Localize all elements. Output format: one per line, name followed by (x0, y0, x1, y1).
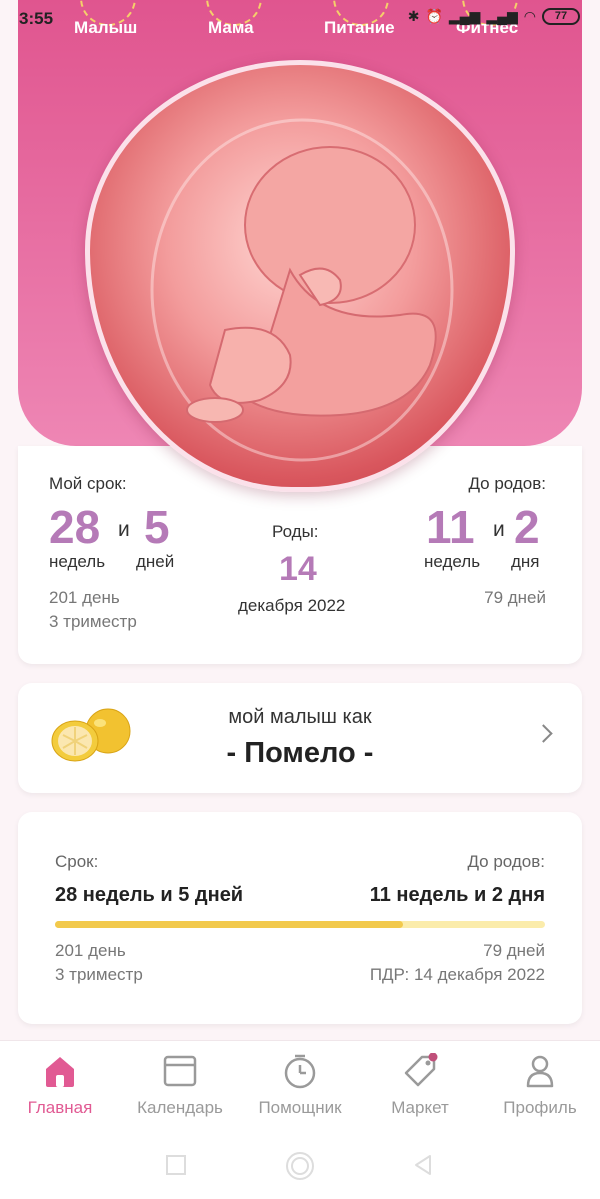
until-weeks-number: 11 (426, 501, 475, 553)
bluetooth-icon: ✱ (407, 8, 420, 24)
pregnancy-progress-bar (55, 921, 545, 928)
home-icon (46, 1057, 74, 1087)
term-day-info: 201 день 3 триместр (49, 586, 137, 634)
birth-day: 14 (279, 550, 317, 588)
term-weeks-word: недель (49, 552, 106, 571)
back-icon[interactable] (412, 1154, 434, 1176)
status-bar: 3:55 ✱ ⏰ ▂▄▆ ▂▄▆ ◠ 77 (0, 0, 600, 36)
nav-profile-label: Профиль (503, 1098, 577, 1117)
nav-calendar[interactable]: Календарь (120, 1053, 240, 1118)
status-icons: ✱ ⏰ ▂▄▆ ▂▄▆ ◠ 77 (408, 8, 580, 25)
nav-assistant-label: Помощник (258, 1098, 342, 1117)
system-nav-bar (0, 1140, 600, 1199)
day-count: 201 день (49, 588, 120, 607)
term-days-number: 5 (144, 501, 170, 553)
baby-size-card[interactable]: мой малыш как - Помело - (18, 683, 582, 793)
alarm-icon: ⏰ (425, 8, 443, 24)
progress-term-value: 28 недель и 5 дней (55, 884, 244, 906)
nav-market[interactable]: Маркет (360, 1053, 480, 1118)
timer-icon (284, 1054, 316, 1089)
birth-month-year: декабря 2022 (238, 596, 346, 615)
progress-due-info: 79 дней ПДР: 14 декабря 2022 (370, 939, 545, 987)
nav-market-label: Маркет (391, 1098, 449, 1117)
progress-trimester: 3 триместр (55, 965, 143, 984)
progress-fill (55, 921, 403, 928)
bottom-nav: Главная Календарь Помощник Маркет Профил… (0, 1040, 600, 1140)
term-days-word: дней (136, 552, 175, 571)
tag-icon (404, 1053, 438, 1087)
nav-calendar-label: Календарь (137, 1098, 223, 1117)
until-conj: и (493, 518, 505, 541)
battery-icon: 77 (542, 8, 580, 25)
fetus-illustration (85, 60, 515, 492)
status-time: 3:55 (19, 9, 54, 28)
nav-home-label: Главная (27, 1098, 93, 1117)
nav-home[interactable]: Главная (0, 1053, 120, 1118)
progress-until-day-count: 79 дней (483, 941, 545, 960)
until-day-count: 79 дней (484, 588, 546, 607)
until-days-word: дня (511, 552, 540, 571)
calendar-icon (163, 1055, 197, 1087)
term-weeks-number: 28 (49, 501, 101, 553)
progress-card: Срок: 28 недель и 5 дней До родов: 11 не… (18, 812, 582, 1024)
nav-assistant[interactable]: Помощник (240, 1053, 360, 1118)
due-date: ПДР: 14 декабря 2022 (369, 965, 545, 984)
signal-icon: ▂▄▆ (486, 8, 518, 24)
baby-size-caption: мой малыш как (228, 706, 372, 728)
baby-size-fruit: - Помело - (226, 737, 374, 769)
person-icon (526, 1055, 554, 1088)
wifi-icon: ◠ (523, 8, 536, 24)
progress-until-label: До родов: (467, 852, 545, 871)
progress-term-label: Срок: (55, 852, 99, 871)
signal-icon: ▂▄▆ (448, 8, 481, 24)
progress-until-value: 11 недель и 2 дня (369, 884, 545, 906)
until-days-number: 2 (514, 501, 540, 553)
home-button-icon[interactable] (284, 1150, 316, 1182)
trimester: 3 триместр (49, 612, 137, 631)
recent-apps-icon[interactable] (165, 1154, 187, 1176)
nav-profile[interactable]: Профиль (480, 1053, 600, 1118)
until-weeks-word: недель (424, 552, 481, 571)
progress-day-info: 201 день 3 триместр (55, 939, 143, 987)
progress-day-count: 201 день (55, 941, 126, 960)
birth-label: Роды: (272, 522, 319, 541)
term-conj: и (118, 518, 130, 541)
